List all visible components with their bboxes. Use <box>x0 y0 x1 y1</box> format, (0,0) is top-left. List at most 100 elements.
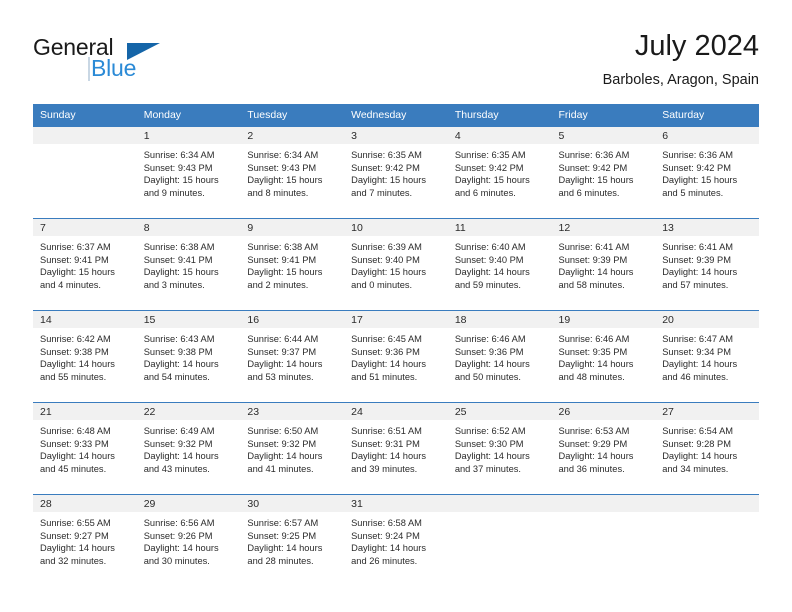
general-blue-logo[interactable]: General Blue <box>33 34 233 86</box>
calendar-day-cell[interactable]: 15 Sunrise: 6:43 AM Sunset: 9:38 PM Dayligh… <box>136 310 241 403</box>
day-number: 22 <box>136 403 241 420</box>
calendar-day-cell[interactable]: 3 Sunrise: 6:35 AM Sunset: 9:42 PM Daylight… <box>344 126 448 219</box>
weekday-header-friday: Friday <box>551 104 656 127</box>
sunset-text: Sunset: 9:40 PM <box>454 254 524 265</box>
calendar-day-cell[interactable]: 12 Sunrise: 6:41 AM Sunset: 9:39 PM Dayligh… <box>551 218 656 311</box>
day-details: Sunrise: 6:46 AM Sunset: 9:35 PM Daylight:… <box>552 328 656 383</box>
daylight-text-line2: and 46 minutes. <box>662 371 729 382</box>
calendar-day-cell[interactable]: 13 Sunrise: 6:41 AM Sunset: 9:39 PM Dayligh… <box>655 218 759 311</box>
calendar-week-row: 21 Sunrise: 6:48 AM Sunset: 9:33 PM Dayligh… <box>33 402 759 495</box>
daylight-text-line2: and 34 minutes. <box>662 463 729 474</box>
day-number <box>655 495 759 512</box>
sunset-text: Sunset: 9:42 PM <box>662 162 731 173</box>
day-cell-inner <box>447 495 552 587</box>
day-details: Sunrise: 6:43 AM Sunset: 9:38 PM Daylight:… <box>137 328 241 383</box>
daylight-text-line1: Daylight: 14 hours <box>662 451 738 462</box>
calendar-day-cell[interactable]: 27 Sunrise: 6:54 AM Sunset: 9:28 PM Dayligh… <box>655 402 759 495</box>
sunrise-text: Sunrise: 6:55 AM <box>40 518 111 528</box>
sunset-text: Sunset: 9:41 PM <box>143 254 213 265</box>
day-details: Sunrise: 6:48 AM Sunset: 9:33 PM Daylight:… <box>33 420 137 475</box>
day-details: Sunrise: 6:51 AM Sunset: 9:31 PM Daylight:… <box>344 420 448 475</box>
day-number: 29 <box>136 495 241 512</box>
day-details: Sunrise: 6:36 AM Sunset: 9:42 PM Daylight:… <box>655 144 759 199</box>
daylight-text-line2: and 54 minutes. <box>143 371 210 382</box>
sunset-text: Sunset: 9:42 PM <box>558 162 628 173</box>
daylight-text-line1: Daylight: 14 hours <box>247 451 323 462</box>
sunrise-text: Sunrise: 6:58 AM <box>351 518 422 528</box>
day-details: Sunrise: 6:42 AM Sunset: 9:38 PM Daylight:… <box>33 328 137 383</box>
sunset-text: Sunset: 9:24 PM <box>351 530 420 541</box>
calendar-day-cell[interactable]: 9 Sunrise: 6:38 AM Sunset: 9:41 PM Daylight… <box>240 218 345 311</box>
calendar-day-cell[interactable]: 31 Sunrise: 6:58 AM Sunset: 9:24 PM Dayligh… <box>344 494 448 587</box>
day-details: Sunrise: 6:38 AM Sunset: 9:41 PM Daylight:… <box>137 236 241 291</box>
day-cell-inner: 17 Sunrise: 6:45 AM Sunset: 9:36 PM Dayligh… <box>344 311 448 402</box>
calendar-day-cell[interactable]: 16 Sunrise: 6:44 AM Sunset: 9:37 PM Dayligh… <box>240 310 345 403</box>
sunset-text: Sunset: 9:38 PM <box>40 346 109 357</box>
daylight-text-line2: and 59 minutes. <box>454 279 521 290</box>
day-details: Sunrise: 6:36 AM Sunset: 9:42 PM Daylight:… <box>552 144 656 199</box>
calendar-day-cell[interactable]: 25 Sunrise: 6:52 AM Sunset: 9:30 PM Dayligh… <box>447 402 552 495</box>
calendar-day-cell[interactable]: 18 Sunrise: 6:46 AM Sunset: 9:36 PM Dayligh… <box>447 310 552 403</box>
calendar-day-cell[interactable]: 4 Sunrise: 6:35 AM Sunset: 9:42 PM Daylight… <box>447 126 552 219</box>
calendar-day-cell[interactable]: 8 Sunrise: 6:38 AM Sunset: 9:41 PM Daylight… <box>136 218 241 311</box>
sunset-text: Sunset: 9:37 PM <box>247 346 317 357</box>
day-cell-inner: 10 Sunrise: 6:39 AM Sunset: 9:40 PM Dayligh… <box>344 219 448 310</box>
weekday-header-sunday: Sunday <box>33 104 137 127</box>
sunrise-text: Sunrise: 6:53 AM <box>558 426 630 436</box>
calendar-day-cell[interactable]: 6 Sunrise: 6:36 AM Sunset: 9:42 PM Daylight… <box>655 126 759 219</box>
sunset-text: Sunset: 9:35 PM <box>558 346 628 357</box>
day-cell-inner: 7 Sunrise: 6:37 AM Sunset: 9:41 PM Daylight… <box>33 219 137 310</box>
sunrise-text: Sunrise: 6:34 AM <box>143 150 215 160</box>
daylight-text-line2: and 4 minutes. <box>40 279 101 290</box>
daylight-text-line2: and 6 minutes. <box>558 187 620 198</box>
calendar-day-cell[interactable]: 10 Sunrise: 6:39 AM Sunset: 9:40 PM Dayligh… <box>344 218 448 311</box>
calendar-day-cell[interactable]: 23 Sunrise: 6:50 AM Sunset: 9:32 PM Dayligh… <box>240 402 345 495</box>
sunrise-text: Sunrise: 6:38 AM <box>247 242 319 252</box>
day-cell-inner: 29 Sunrise: 6:56 AM Sunset: 9:26 PM Dayligh… <box>136 495 241 587</box>
day-cell-inner <box>33 127 137 218</box>
day-number <box>551 495 656 512</box>
page-header: General Blue July 2024 Barboles, Aragon,… <box>33 28 759 98</box>
day-cell-inner: 16 Sunrise: 6:44 AM Sunset: 9:37 PM Dayligh… <box>240 311 345 402</box>
daylight-text-line1: Daylight: 14 hours <box>662 359 738 370</box>
day-details: Sunrise: 6:46 AM Sunset: 9:36 PM Daylight:… <box>448 328 552 383</box>
daylight-text-line2: and 9 minutes. <box>143 187 205 198</box>
daylight-text-line1: Daylight: 14 hours <box>454 267 530 278</box>
day-cell-inner: 1 Sunrise: 6:34 AM Sunset: 9:43 PM Daylight… <box>136 127 241 218</box>
calendar-day-cell[interactable]: 17 Sunrise: 6:45 AM Sunset: 9:36 PM Dayligh… <box>344 310 448 403</box>
day-number: 1 <box>136 127 241 144</box>
day-number: 25 <box>447 403 552 420</box>
daylight-text-line1: Daylight: 14 hours <box>143 543 219 554</box>
calendar-day-cell[interactable]: 1 Sunrise: 6:34 AM Sunset: 9:43 PM Daylight… <box>136 126 241 219</box>
calendar-day-cell[interactable]: 14 Sunrise: 6:42 AM Sunset: 9:38 PM Dayligh… <box>33 310 137 403</box>
daylight-text-line2: and 28 minutes. <box>247 555 314 566</box>
day-number: 6 <box>655 127 759 144</box>
calendar-day-cell[interactable]: 5 Sunrise: 6:36 AM Sunset: 9:42 PM Daylight… <box>551 126 656 219</box>
daylight-text-line2: and 43 minutes. <box>143 463 210 474</box>
calendar-day-cell[interactable]: 19 Sunrise: 6:46 AM Sunset: 9:35 PM Dayligh… <box>551 310 656 403</box>
daylight-text-line2: and 7 minutes. <box>351 187 413 198</box>
calendar-day-cell[interactable]: 22 Sunrise: 6:49 AM Sunset: 9:32 PM Dayligh… <box>136 402 241 495</box>
calendar-day-cell[interactable]: 11 Sunrise: 6:40 AM Sunset: 9:40 PM Dayligh… <box>447 218 552 311</box>
calendar-day-cell[interactable]: 26 Sunrise: 6:53 AM Sunset: 9:29 PM Dayligh… <box>551 402 656 495</box>
calendar-day-cell[interactable]: 2 Sunrise: 6:34 AM Sunset: 9:43 PM Daylight… <box>240 126 345 219</box>
daylight-text-line2: and 26 minutes. <box>351 555 418 566</box>
calendar-day-cell[interactable]: 20 Sunrise: 6:47 AM Sunset: 9:34 PM Dayligh… <box>655 310 759 403</box>
calendar-day-cell[interactable]: 28 Sunrise: 6:55 AM Sunset: 9:27 PM Dayligh… <box>33 494 137 587</box>
calendar-day-cell[interactable]: 24 Sunrise: 6:51 AM Sunset: 9:31 PM Dayligh… <box>344 402 448 495</box>
weekday-header-wednesday: Wednesday <box>344 104 448 127</box>
day-number: 20 <box>655 311 759 328</box>
day-number: 10 <box>344 219 448 236</box>
daylight-text-line2: and 30 minutes. <box>143 555 210 566</box>
sunset-text: Sunset: 9:33 PM <box>40 438 109 449</box>
daylight-text-line1: Daylight: 14 hours <box>558 267 634 278</box>
calendar-day-cell[interactable]: 30 Sunrise: 6:57 AM Sunset: 9:25 PM Dayligh… <box>240 494 345 587</box>
day-number: 16 <box>240 311 345 328</box>
calendar-day-cell[interactable]: 29 Sunrise: 6:56 AM Sunset: 9:26 PM Dayligh… <box>136 494 241 587</box>
calendar-day-cell[interactable]: 21 Sunrise: 6:48 AM Sunset: 9:33 PM Dayligh… <box>33 402 137 495</box>
day-number: 23 <box>240 403 345 420</box>
sunset-text: Sunset: 9:36 PM <box>454 346 524 357</box>
calendar-day-cell[interactable]: 7 Sunrise: 6:37 AM Sunset: 9:41 PM Daylight… <box>33 218 137 311</box>
day-details: Sunrise: 6:47 AM Sunset: 9:34 PM Daylight:… <box>655 328 759 383</box>
day-cell-inner: 23 Sunrise: 6:50 AM Sunset: 9:32 PM Dayligh… <box>240 403 345 494</box>
